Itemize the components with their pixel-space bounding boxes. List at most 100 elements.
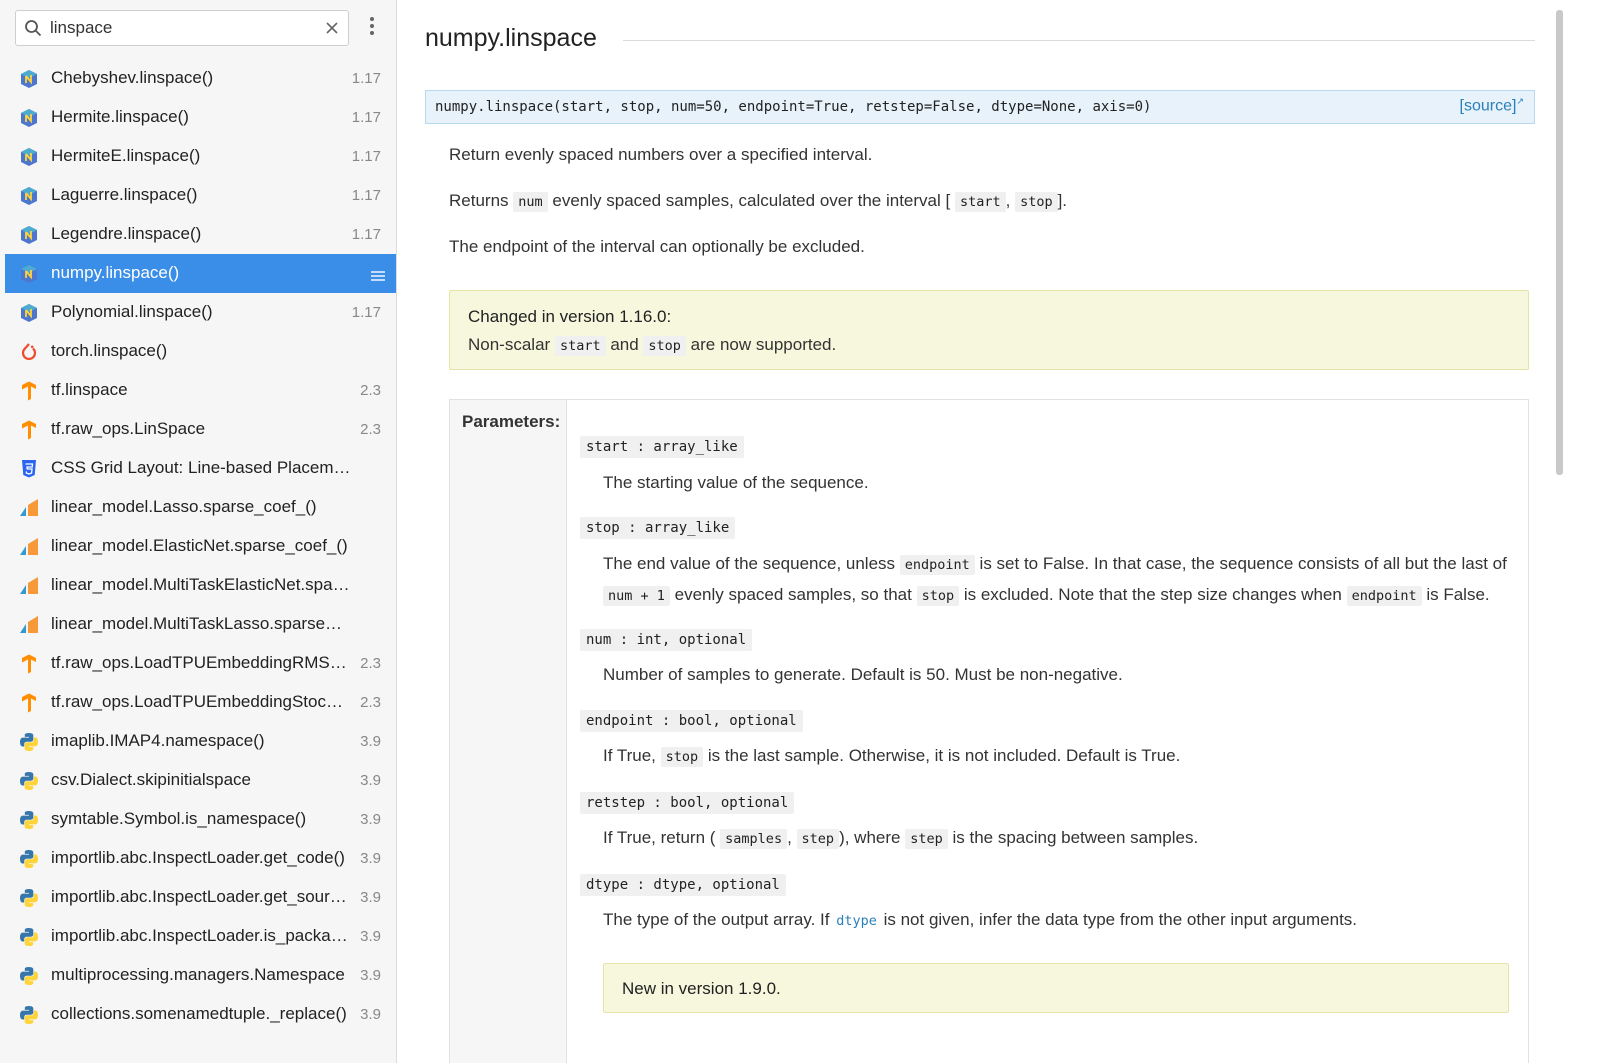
text: is not given, infer the data type from t… <box>883 910 1358 929</box>
version-badge: 1.17 <box>351 70 381 87</box>
source-link[interactable]: [source]↗ <box>1460 96 1524 115</box>
result-label: linear_model.MultiTaskElasticNet.sparse_… <box>51 575 351 594</box>
param-description: The end value of the sequence, unless en… <box>603 549 1513 611</box>
text: , <box>1005 191 1011 210</box>
result-label: tf.raw_ops.LoadTPUEmbeddingStocha... <box>51 692 351 711</box>
param-description: The type of the output array. If dtype i… <box>603 905 1513 936</box>
result-item[interactable]: tf.linspace 2.3 <box>5 371 396 410</box>
more-menu-icon[interactable] <box>362 14 382 42</box>
text: Non-scalar <box>468 335 551 354</box>
result-item[interactable]: linear_model.Lasso.sparse_coef_() <box>5 488 396 527</box>
version-badge: 1.17 <box>351 226 381 243</box>
param-name: num : int, optional <box>580 629 753 651</box>
result-label: collections.somenamedtuple._replace() <box>51 1004 347 1023</box>
param-description: The starting value of the sequence. <box>603 473 869 492</box>
pytorch-icon <box>19 342 39 362</box>
version-badge: 1.17 <box>351 148 381 165</box>
result-item[interactable]: HermiteE.linspace() 1.17 <box>5 137 396 176</box>
result-item[interactable]: linear_model.MultiTaskLasso.sparse_coef_… <box>5 605 396 644</box>
search-input[interactable] <box>50 15 310 41</box>
result-item[interactable]: importlib.abc.InspectLoader.get_sourc...… <box>5 878 396 917</box>
version-badge: 3.9 <box>360 772 381 789</box>
result-item[interactable]: tf.raw_ops.LoadTPUEmbeddingRMSPr... 2.3 <box>5 644 396 683</box>
version-badge: 2.3 <box>360 655 381 672</box>
python-icon <box>19 1005 39 1025</box>
inline-code: num + 1 <box>603 586 670 606</box>
result-item[interactable]: tf.raw_ops.LoadTPUEmbeddingStocha... 2.3 <box>5 683 396 722</box>
main-scrollbar[interactable] <box>1556 10 1563 475</box>
text: evenly spaced samples, calculated over t… <box>552 191 951 210</box>
param-name: stop : array_like <box>580 517 736 539</box>
result-label: linear_model.MultiTaskLasso.sparse_coef_… <box>51 614 351 633</box>
result-item[interactable]: Polynomial.linspace() 1.17 <box>5 293 396 332</box>
numpy-icon <box>19 303 39 323</box>
result-item[interactable]: linear_model.MultiTaskElasticNet.sparse_… <box>5 566 396 605</box>
result-label: imaplib.IMAP4.namespace() <box>51 731 265 750</box>
text: ]. <box>1057 191 1068 210</box>
param-name: endpoint : bool, optional <box>580 710 803 732</box>
result-item[interactable]: torch.linspace() <box>5 332 396 371</box>
doc-content: numpy.linspace numpy.linspace(start, sto… <box>406 0 1556 1063</box>
summary-text: Return evenly spaced numbers over a spec… <box>449 145 873 164</box>
result-item[interactable]: Hermite.linspace() 1.17 <box>5 98 396 137</box>
version-badge: 1.17 <box>351 304 381 321</box>
param-name: retstep : bool, optional <box>580 792 795 814</box>
page-title: numpy.linspace <box>425 24 597 52</box>
toc-menu-icon[interactable] <box>370 267 386 287</box>
result-item[interactable]: collections.somenamedtuple._replace() 3.9 <box>5 995 396 1034</box>
result-label: csv.Dialect.skipinitialspace <box>51 770 251 789</box>
sidebar: Chebyshev.linspace()1.17Hermite.linspace… <box>0 0 397 1063</box>
result-item[interactable]: csv.Dialect.skipinitialspace 3.9 <box>5 761 396 800</box>
sklearn-icon <box>19 576 39 596</box>
numpy-icon <box>19 147 39 167</box>
source-link-label: [source] <box>1459 97 1517 115</box>
result-item[interactable]: Chebyshev.linspace() 1.17 <box>5 59 396 98</box>
python-icon <box>19 849 39 869</box>
text: is False. <box>1426 585 1490 604</box>
tensorflow-icon <box>19 654 39 674</box>
text: If True, <box>603 746 656 765</box>
result-label: torch.linspace() <box>51 341 168 360</box>
admonition-body: Non-scalar start and stop are now suppor… <box>468 335 836 356</box>
inline-code: stop <box>660 747 704 767</box>
function-signature: numpy.linspace(start, stop, num=50, endp… <box>425 90 1535 124</box>
param-description: If True, stop is the last sample. Otherw… <box>603 741 1513 772</box>
result-item[interactable]: numpy.linspace() <box>5 254 396 293</box>
result-item[interactable]: multiprocessing.managers.Namespace 3.9 <box>5 956 396 995</box>
inline-code: endpoint <box>899 555 975 575</box>
result-item[interactable]: linear_model.ElasticNet.sparse_coef_() <box>5 527 396 566</box>
python-icon <box>19 927 39 947</box>
version-badge: 3.9 <box>360 733 381 750</box>
result-label: tf.raw_ops.LinSpace <box>51 419 206 438</box>
version-badge: 3.9 <box>360 889 381 906</box>
inline-code: stop <box>1015 192 1058 212</box>
python-icon <box>19 888 39 908</box>
result-label: importlib.abc.InspectLoader.get_code() <box>51 848 345 867</box>
result-label: Hermite.linspace() <box>51 107 189 126</box>
result-label: numpy.linspace() <box>51 263 180 282</box>
clear-search-icon[interactable] <box>324 20 340 36</box>
result-item[interactable]: importlib.abc.InspectLoader.is_packag...… <box>5 917 396 956</box>
numpy-icon <box>19 69 39 89</box>
result-item[interactable]: tf.raw_ops.LinSpace 2.3 <box>5 410 396 449</box>
search-bar[interactable] <box>15 10 349 46</box>
parameters-label-column: Parameters: <box>450 400 567 1063</box>
python-icon <box>19 732 39 752</box>
result-item[interactable]: symtable.Symbol.is_namespace() 3.9 <box>5 800 396 839</box>
inline-code: step <box>905 829 948 849</box>
result-item[interactable]: Legendre.linspace() 1.17 <box>5 215 396 254</box>
result-label: Legendre.linspace() <box>51 224 202 243</box>
version-badge: 3.9 <box>360 967 381 984</box>
version-changed-admonition: Changed in version 1.16.0: Non-scalar st… <box>449 290 1529 370</box>
param-name: dtype : dtype, optional <box>580 874 786 896</box>
version-badge: 3.9 <box>360 811 381 828</box>
result-label: tf.linspace <box>51 380 128 399</box>
parameters-table: Parameters: start : array_like The start… <box>449 399 1529 1063</box>
result-item[interactable]: Laguerre.linspace() 1.17 <box>5 176 396 215</box>
dtype-link[interactable]: dtype <box>834 913 879 929</box>
result-item[interactable]: importlib.abc.InspectLoader.get_code() 3.… <box>5 839 396 878</box>
result-item[interactable]: imaplib.IMAP4.namespace() 3.9 <box>5 722 396 761</box>
version-badge: 2.3 <box>360 694 381 711</box>
result-item[interactable]: CSS Grid Layout: Line-based Placement wi… <box>5 449 396 488</box>
title-row: numpy.linspace <box>425 22 1535 58</box>
